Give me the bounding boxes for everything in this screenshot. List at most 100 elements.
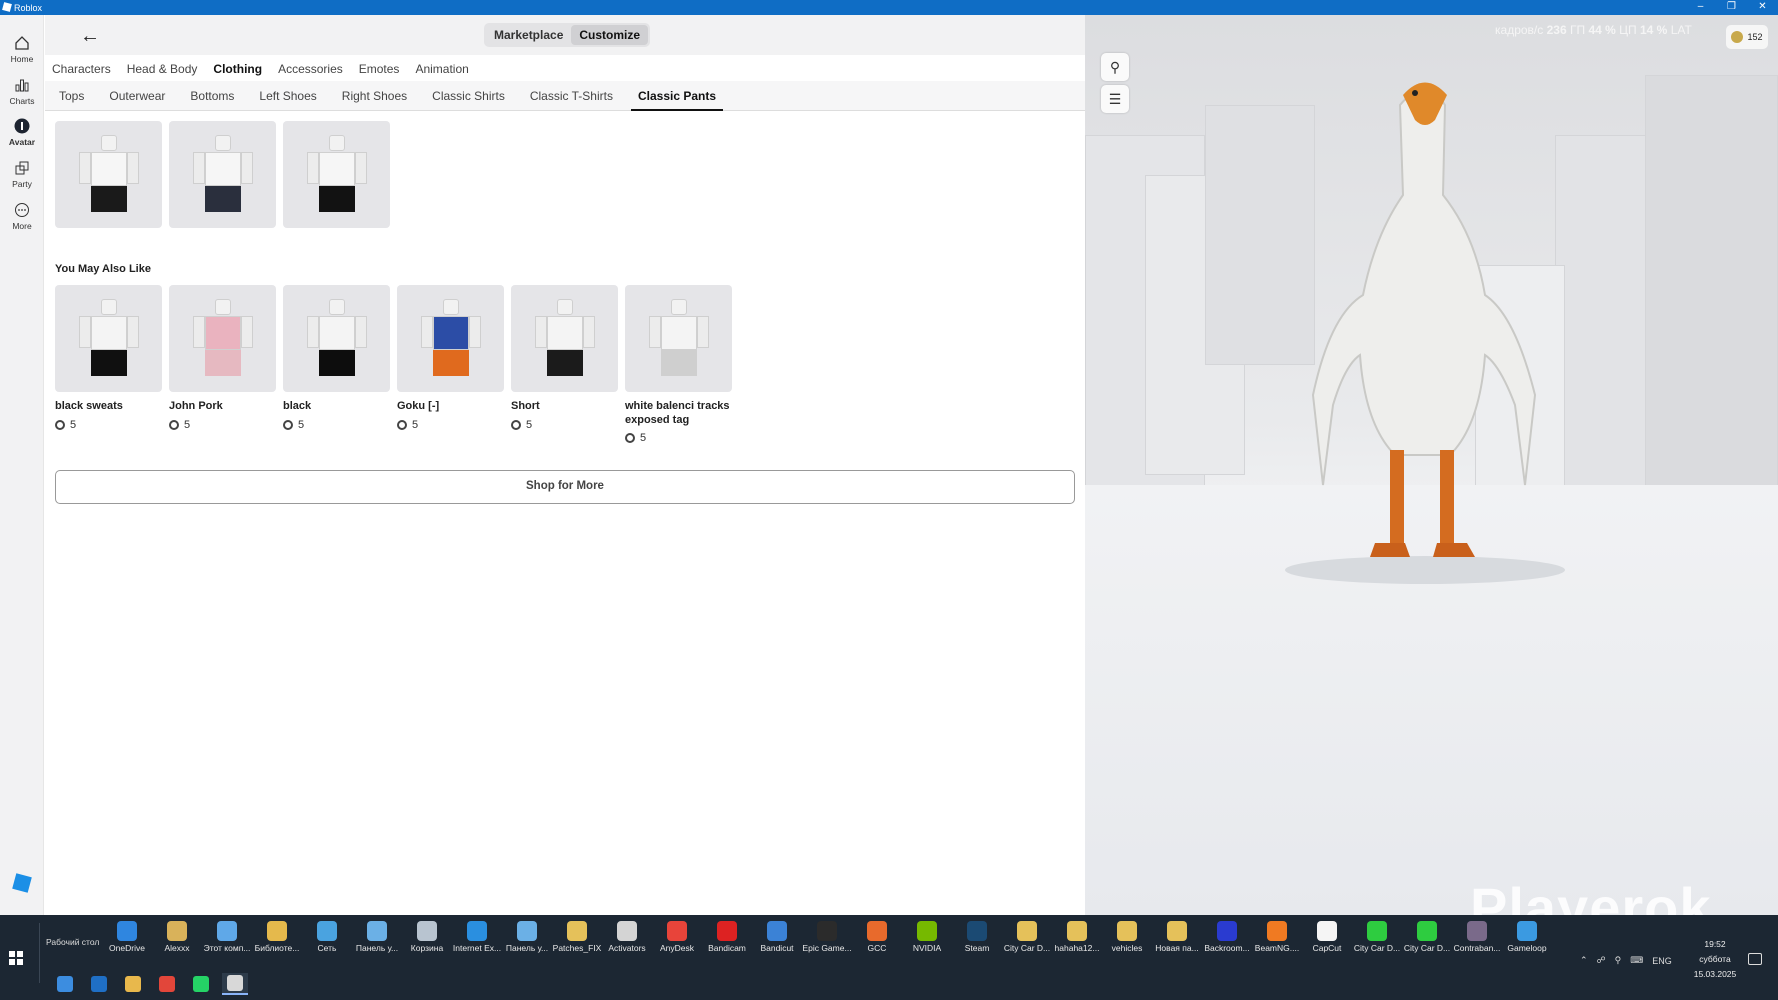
owned-item-tile[interactable] xyxy=(55,121,162,228)
shortcut-label: City Car D... xyxy=(1003,943,1051,953)
chevron-up-icon[interactable]: ⌃ xyxy=(1580,955,1588,966)
tab-clothing[interactable]: Clothing xyxy=(213,62,262,76)
desktop-shortcut[interactable]: Сеть xyxy=(302,921,352,953)
item-name[interactable]: John Pork xyxy=(169,399,279,413)
robux-balance-badge[interactable]: 152 xyxy=(1726,25,1768,49)
pose-button[interactable]: ⚲ xyxy=(1101,53,1129,81)
item-name[interactable]: white balenci tracks exposed tag xyxy=(625,399,735,427)
desktop-shortcut[interactable]: AnyDesk xyxy=(652,921,702,953)
robux-balance: 152 xyxy=(1747,32,1763,42)
shortcut-icon xyxy=(367,921,387,941)
desktop-shortcut[interactable]: OneDrive xyxy=(102,921,152,953)
windows-start-icon[interactable] xyxy=(9,951,23,965)
desktop-shortcut[interactable]: NVIDIA xyxy=(902,921,952,953)
shortcut-icon xyxy=(1167,921,1187,941)
desktop-shortcut[interactable]: Alexxx xyxy=(152,921,202,953)
subtab-left-shoes[interactable]: Left Shoes xyxy=(259,89,316,103)
restore-button[interactable]: ❐ xyxy=(1716,0,1747,15)
desktop-shortcut[interactable]: hahaha12... xyxy=(1052,921,1102,953)
chrome-icon[interactable] xyxy=(154,973,180,995)
keyboard-icon[interactable]: ⌨ xyxy=(1630,955,1643,966)
recommended-item-tile[interactable] xyxy=(397,285,504,392)
desktop-shortcut[interactable]: Epic Game... xyxy=(802,921,852,953)
desktop-shortcut[interactable]: Contraban... xyxy=(1452,921,1502,953)
desktop-shortcut[interactable]: Backroom... xyxy=(1202,921,1252,953)
settings-button[interactable]: ☰ xyxy=(1101,85,1129,113)
tab-head-body[interactable]: Head & Body xyxy=(127,62,198,76)
desktop-shortcut[interactable]: Steam xyxy=(952,921,1002,953)
recommended-item-tile[interactable] xyxy=(283,285,390,392)
desktop-shortcut[interactable]: Bandicut xyxy=(752,921,802,953)
desktop-shortcut[interactable]: Панель у... xyxy=(352,921,402,953)
tab-accessories[interactable]: Accessories xyxy=(278,62,343,76)
notification-icon[interactable] xyxy=(1748,953,1762,965)
shop-for-more-button[interactable]: Shop for More xyxy=(55,470,1075,504)
nav-more[interactable]: More xyxy=(0,202,44,231)
item-name[interactable]: Short xyxy=(511,399,621,413)
item-name[interactable]: black sweats xyxy=(55,399,165,413)
recommended-item-tile[interactable] xyxy=(511,285,618,392)
item-name[interactable]: Goku [-] xyxy=(397,399,507,413)
customize-tab[interactable]: Customize xyxy=(571,25,649,45)
network-icon[interactable]: ☍ xyxy=(1597,955,1606,966)
desktop-toolbar-label[interactable]: Рабочий стол xyxy=(46,937,99,947)
shortcut-label: Steam xyxy=(964,943,990,953)
outlook-icon[interactable] xyxy=(86,973,112,995)
roblox-logo-icon[interactable] xyxy=(12,873,32,893)
recommended-item-tile[interactable] xyxy=(55,285,162,392)
recommended-item-tile[interactable] xyxy=(625,285,732,392)
store-icon[interactable] xyxy=(52,973,78,995)
desktop-shortcut[interactable]: Новая па... xyxy=(1152,921,1202,953)
owned-item-tile[interactable] xyxy=(283,121,390,228)
subtab-classic-shirts[interactable]: Classic Shirts xyxy=(432,89,505,103)
language-indicator[interactable]: ENG xyxy=(1652,956,1672,966)
desktop-shortcut[interactable]: City Car D... xyxy=(1402,921,1452,953)
price-value: 5 xyxy=(298,419,305,431)
desktop-shortcut[interactable]: Gameloop xyxy=(1502,921,1552,953)
desktop-shortcut[interactable]: Internet Ex... xyxy=(452,921,502,953)
desktop-shortcut[interactable]: City Car D... xyxy=(1352,921,1402,953)
nav-avatar[interactable]: Avatar xyxy=(0,118,44,147)
tab-characters[interactable]: Characters xyxy=(52,62,111,76)
desktop-shortcut[interactable]: Библиоте... xyxy=(252,921,302,953)
nav-party[interactable]: Party xyxy=(0,160,44,189)
explorer-icon[interactable] xyxy=(120,973,146,995)
close-button[interactable]: ✕ xyxy=(1747,0,1778,15)
minimize-button[interactable]: – xyxy=(1685,0,1716,15)
nav-home[interactable]: Home xyxy=(0,35,44,64)
desktop-shortcut[interactable]: Bandicam xyxy=(702,921,752,953)
desktop-shortcut[interactable]: Patches_FIX xyxy=(552,921,602,953)
owned-item-tile[interactable] xyxy=(169,121,276,228)
system-clock[interactable]: 19:52 суббота 15.03.2025 xyxy=(1690,937,1740,982)
shortcut-icon xyxy=(267,921,287,941)
desktop-shortcut[interactable]: GCC xyxy=(852,921,902,953)
desktop-shortcut[interactable]: vehicles xyxy=(1102,921,1152,953)
usb-icon[interactable]: ⚲ xyxy=(1615,955,1622,966)
subtab-bottoms[interactable]: Bottoms xyxy=(190,89,234,103)
subtab-classic-pants[interactable]: Classic Pants xyxy=(630,89,724,111)
shortcut-label: Bandicut xyxy=(760,943,794,953)
desktop-shortcut[interactable]: City Car D... xyxy=(1002,921,1052,953)
subtab-tops[interactable]: Tops xyxy=(59,89,84,103)
tab-animation[interactable]: Animation xyxy=(415,62,468,76)
subtab-outerwear[interactable]: Outerwear xyxy=(109,89,165,103)
nav-charts[interactable]: Charts xyxy=(0,77,44,106)
desktop-shortcut[interactable]: Activators xyxy=(602,921,652,953)
marketplace-tab[interactable]: Marketplace xyxy=(486,25,571,45)
whatsapp-icon[interactable] xyxy=(188,973,214,995)
tab-emotes[interactable]: Emotes xyxy=(359,62,400,76)
avatar-viewport[interactable]: ⚲ ☰ кадров/с 236 ГП 44 % ЦП 14 % LAT 152 xyxy=(1085,15,1778,915)
roblox-icon[interactable] xyxy=(222,973,248,995)
avatar-thumbnail xyxy=(79,135,139,215)
shortcut-label: hahaha12... xyxy=(1054,943,1100,953)
desktop-shortcut[interactable]: Корзина xyxy=(402,921,452,953)
desktop-shortcut[interactable]: CapCut xyxy=(1302,921,1352,953)
back-arrow-icon[interactable]: ← xyxy=(80,25,100,48)
subtab-classic-tshirts[interactable]: Classic T-Shirts xyxy=(530,89,613,103)
item-name[interactable]: black xyxy=(283,399,393,413)
desktop-shortcut[interactable]: Панель у... xyxy=(502,921,552,953)
desktop-shortcut[interactable]: BeamNG.... xyxy=(1252,921,1302,953)
desktop-shortcut[interactable]: Этот комп... xyxy=(202,921,252,953)
recommended-item-tile[interactable] xyxy=(169,285,276,392)
subtab-right-shoes[interactable]: Right Shoes xyxy=(342,89,407,103)
